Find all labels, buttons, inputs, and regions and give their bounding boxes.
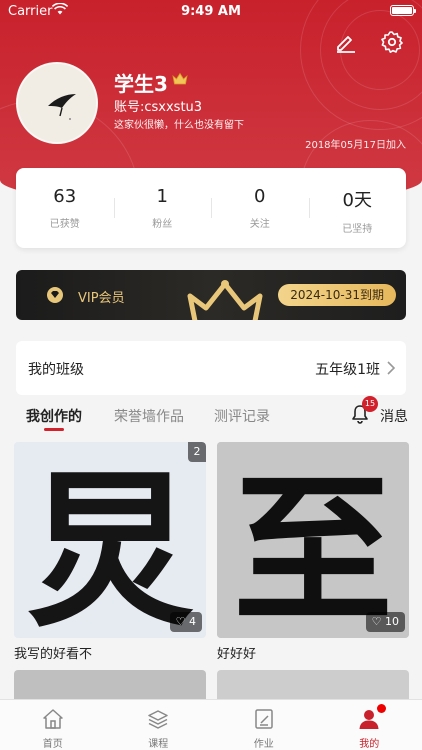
nav-label: 我的 (359, 739, 380, 750)
user-account: 账号:csxxstu3 (114, 100, 203, 115)
works-tabs: 我创作的 荣誉墙作品 测评记录 15 消息 (0, 396, 422, 434)
stat-likes[interactable]: 63 已获赞 (16, 168, 114, 248)
vip-label: VIP会员 (78, 291, 125, 306)
home-icon (43, 709, 63, 729)
like-count[interactable]: ♡ 4 (169, 612, 202, 632)
class-value: 五年级1班 (315, 362, 380, 378)
messages-link[interactable]: 消息 (380, 406, 408, 426)
work-character: 至 (233, 456, 393, 638)
stats-card: 63 已获赞 1 粉丝 0 关注 0天 已坚持 (16, 168, 406, 248)
message-count-badge: 15 (362, 396, 378, 412)
stat-value: 1 (156, 186, 168, 207)
work-character: 炅 (26, 452, 194, 638)
vip-expiry-badge: 2024-10-31到期 (278, 284, 396, 306)
layers-icon (148, 710, 168, 729)
nav-label: 课程 (148, 739, 169, 750)
crown-decoration-icon (187, 280, 263, 320)
active-tab-indicator (44, 428, 64, 431)
work-image: 炅 (14, 442, 206, 638)
nav-label: 首页 (42, 739, 63, 750)
join-date: 2018年05月17日加入 (305, 140, 406, 151)
user-icon (359, 710, 379, 729)
nav-home[interactable]: 首页 (0, 700, 106, 750)
vip-crown-icon (172, 72, 188, 85)
nav-homework[interactable]: 作业 (211, 700, 317, 750)
tab-my-creations[interactable]: 我创作的 (26, 406, 82, 426)
battery-icon (390, 5, 416, 16)
like-count[interactable]: ♡ 10 (365, 612, 405, 632)
notification-dot (377, 704, 387, 713)
class-label: 我的班级 (28, 362, 84, 378)
like-value: 4 (189, 615, 196, 628)
work-card[interactable]: 至 ♡ 10 (217, 442, 409, 638)
stat-label: 关注 (249, 219, 270, 230)
stat-following[interactable]: 0 关注 (211, 168, 309, 248)
user-name: 学生3 (114, 72, 168, 96)
stat-label: 粉丝 (152, 219, 173, 230)
chevron-right-icon (387, 361, 396, 375)
settings-gear-icon[interactable] (380, 30, 404, 54)
homework-icon (255, 709, 273, 729)
bottom-nav: 首页 课程 作业 我的 (0, 699, 422, 750)
tab-assessment-records[interactable]: 测评记录 (214, 406, 270, 426)
work-title: 我写的好看不 (14, 647, 93, 662)
like-value: 10 (385, 615, 399, 628)
my-class-row[interactable]: 我的班级 五年级1班 (16, 341, 406, 395)
user-bio: 这家伙很懒，什么也没有留下 (114, 120, 244, 131)
image-count-badge: 2 (188, 442, 206, 462)
nav-label: 作业 (253, 739, 274, 750)
status-bar: Carrier 9:49 AM (0, 0, 422, 24)
stat-label: 已获赞 (49, 219, 80, 230)
stat-value: 63 (53, 186, 77, 207)
edit-icon[interactable] (334, 30, 358, 54)
stat-fans[interactable]: 1 粉丝 (113, 168, 212, 248)
nav-courses[interactable]: 课程 (106, 700, 212, 750)
profile-page: Carrier 9:49 AM 学生3 账号:csxxstu3 这家伙很懒，什么… (0, 0, 422, 750)
stat-label: 已坚持 (342, 224, 373, 235)
diamond-icon (47, 287, 63, 303)
tab-honor-wall[interactable]: 荣誉墙作品 (114, 406, 184, 426)
work-image: 至 (217, 442, 409, 638)
avatar[interactable] (16, 62, 98, 144)
clock: 9:49 AM (181, 4, 241, 19)
work-title: 好好好 (217, 647, 257, 662)
stat-value: 0 (254, 186, 266, 207)
work-card[interactable]: 炅 2 ♡ 4 (14, 442, 206, 638)
stat-streak[interactable]: 0天 已坚持 (308, 168, 407, 248)
vip-banner[interactable]: VIP会员 2024-10-31到期 (16, 270, 406, 320)
stat-value: 0天 (342, 190, 372, 211)
nav-mine[interactable]: 我的 (317, 700, 422, 750)
